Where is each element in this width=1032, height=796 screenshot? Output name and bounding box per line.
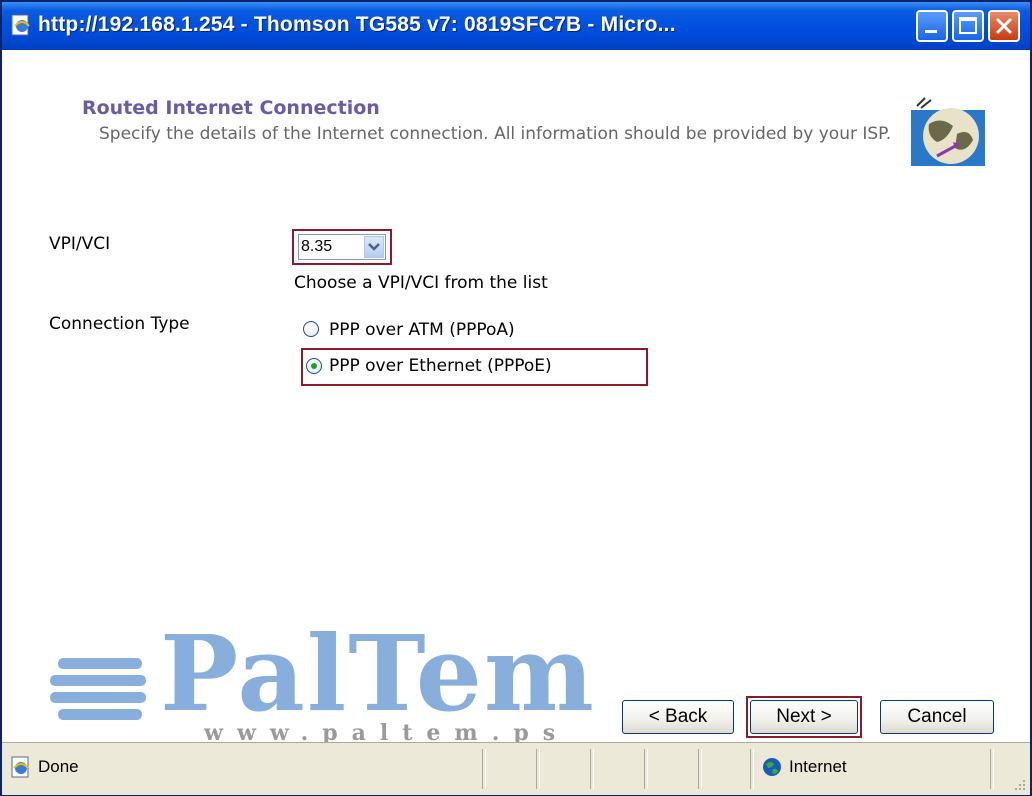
browser-window: http://192.168.1.254 - Thomson TG585 v7:…	[0, 0, 1032, 796]
paltem-logo-stripes-icon	[50, 658, 146, 720]
ie-page-icon	[11, 14, 30, 36]
status-separator	[644, 749, 648, 789]
chevron-down-icon	[368, 243, 380, 251]
status-separator	[990, 749, 994, 789]
next-button[interactable]: Next >	[750, 700, 858, 734]
back-button[interactable]: < Back	[622, 700, 734, 734]
pppoe-radio[interactable]	[306, 358, 322, 374]
internet-globe-icon	[911, 97, 985, 166]
status-text: Done	[38, 757, 79, 776]
status-bar: Done Internet	[2, 742, 1030, 795]
ie-page-icon	[11, 756, 29, 778]
page-description: Specify the details of the Internet conn…	[99, 124, 892, 144]
minimize-button[interactable]	[916, 10, 948, 42]
minimize-icon	[925, 30, 937, 33]
vpi-vci-select[interactable]: 8.35	[298, 234, 386, 260]
status-separator	[590, 749, 594, 789]
vpi-vci-label: VPI/VCI	[49, 234, 111, 254]
status-separator	[698, 749, 702, 789]
internet-zone-globe-icon	[763, 758, 781, 776]
vpi-vci-value: 8.35	[301, 238, 333, 255]
status-separator	[536, 749, 540, 789]
title-bar[interactable]: http://192.168.1.254 - Thomson TG585 v7:…	[2, 2, 1030, 50]
pppoa-label[interactable]: PPP over ATM (PPPoA)	[329, 320, 515, 340]
status-separator	[750, 749, 754, 789]
maximize-button[interactable]	[952, 10, 984, 42]
page-title: Routed Internet Connection	[82, 97, 380, 119]
radio-selected-dot	[311, 363, 317, 369]
resize-grip-icon[interactable]	[1012, 777, 1026, 791]
dropdown-arrow[interactable]	[364, 236, 384, 258]
close-button[interactable]	[988, 10, 1020, 42]
pppoa-radio[interactable]	[303, 321, 319, 337]
close-icon	[995, 17, 1013, 35]
status-separator	[482, 749, 486, 789]
pppoe-label[interactable]: PPP over Ethernet (PPPoE)	[329, 356, 552, 376]
wizard-content: Routed Internet Connection Specify the d…	[2, 50, 1030, 746]
cancel-button[interactable]: Cancel	[880, 700, 994, 734]
watermark-logo: PalTem	[160, 612, 596, 735]
vpi-vci-hint: Choose a VPI/VCI from the list	[294, 273, 548, 293]
security-zone-label: Internet	[789, 757, 847, 776]
maximize-icon	[959, 17, 977, 34]
connection-type-label: Connection Type	[49, 314, 190, 334]
window-title: http://192.168.1.254 - Thomson TG585 v7:…	[38, 13, 676, 36]
